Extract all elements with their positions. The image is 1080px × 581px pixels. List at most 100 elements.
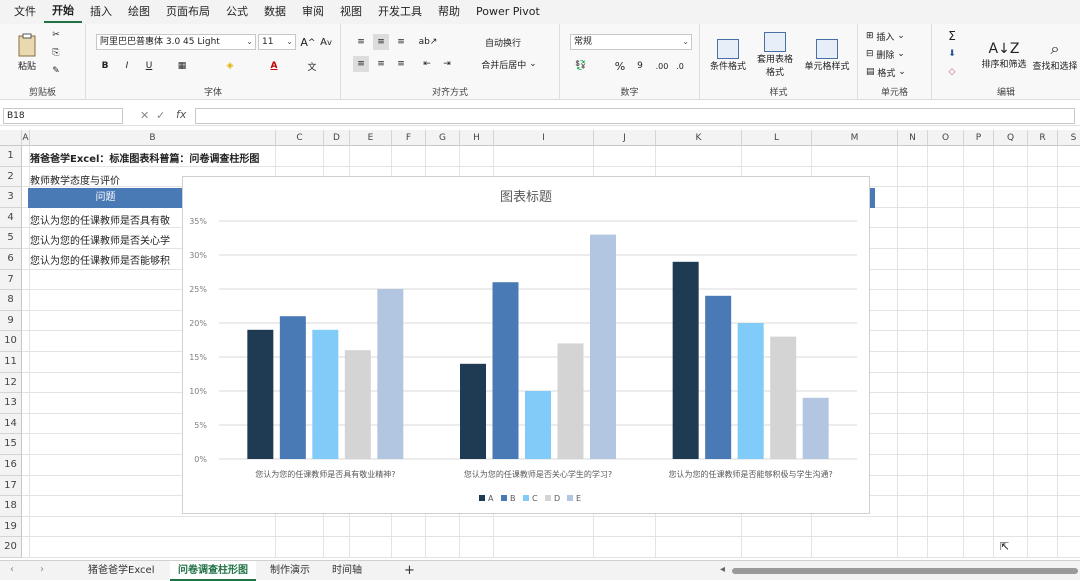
percent-icon[interactable]: % bbox=[612, 58, 628, 74]
col-header-F[interactable]: F bbox=[392, 130, 426, 146]
col-header-H[interactable]: H bbox=[460, 130, 494, 146]
col-header-J[interactable]: J bbox=[594, 130, 656, 146]
cell-b3[interactable]: 问题 bbox=[28, 188, 183, 208]
cut-icon[interactable]: ✂ bbox=[48, 28, 64, 42]
scroll-left-icon[interactable]: ◂ bbox=[720, 564, 725, 575]
sheet-tab-2[interactable]: 制作演示 bbox=[262, 561, 318, 581]
comma-icon[interactable]: 9 bbox=[632, 58, 648, 74]
delete-cells-button[interactable]: ⊟ 删除 ⌄ bbox=[866, 46, 926, 62]
row-header-13[interactable]: 13 bbox=[0, 393, 22, 414]
col-header-R[interactable]: R bbox=[1028, 130, 1058, 146]
format-cells-button[interactable]: ▤ 格式 ⌄ bbox=[866, 64, 926, 80]
formula-input[interactable] bbox=[195, 108, 1075, 124]
row-header-12[interactable]: 12 bbox=[0, 372, 22, 394]
row-header-7[interactable]: 7 bbox=[0, 269, 22, 291]
cell-b2[interactable]: 教师教学态度与评价 bbox=[30, 172, 120, 187]
col-header-P[interactable]: P bbox=[964, 130, 994, 146]
decrease-indent-icon[interactable]: ⇤ bbox=[419, 56, 435, 72]
col-header-M[interactable]: M bbox=[812, 130, 898, 146]
row-header-10[interactable]: 10 bbox=[0, 331, 22, 352]
align-left-icon[interactable]: ≡ bbox=[353, 56, 369, 72]
row-header-11[interactable]: 11 bbox=[0, 352, 22, 373]
conditional-format-button[interactable]: 条件格式 bbox=[706, 30, 750, 80]
menu-item-11[interactable]: Power Pivot bbox=[468, 0, 548, 24]
number-format-select[interactable]: 常规 ⌄ bbox=[570, 34, 692, 50]
next-sheet-icon[interactable]: › bbox=[40, 564, 44, 575]
row-header-18[interactable]: 18 bbox=[0, 496, 22, 517]
menu-item-3[interactable]: 绘图 bbox=[120, 0, 158, 24]
cell-b6[interactable]: 您认为您的任课教师是否能够积 bbox=[30, 252, 182, 267]
sort-filter-button[interactable]: A↓Z 排序和筛选 bbox=[978, 30, 1030, 80]
copy-icon[interactable]: ⎘ bbox=[48, 46, 64, 60]
align-bottom-icon[interactable]: ≡ bbox=[393, 34, 409, 50]
increase-font-icon[interactable]: A ^ bbox=[300, 34, 316, 50]
wrap-text-button[interactable]: 自动换行 bbox=[467, 34, 539, 50]
enter-icon[interactable]: ✓ bbox=[156, 109, 165, 122]
bold-button[interactable]: B bbox=[98, 58, 112, 74]
fx-button[interactable]: fx bbox=[176, 108, 186, 121]
font-color-icon[interactable]: A bbox=[266, 58, 282, 74]
row-header-9[interactable]: 9 bbox=[0, 310, 22, 332]
col-header-G[interactable]: G bbox=[426, 130, 460, 146]
menu-item-10[interactable]: 帮助 bbox=[430, 0, 468, 24]
menu-item-0[interactable]: 文件 bbox=[6, 0, 44, 24]
col-header-S[interactable]: S bbox=[1058, 130, 1080, 146]
phonetic-icon[interactable]: 文 bbox=[304, 58, 320, 74]
col-header-L[interactable]: L bbox=[742, 130, 812, 146]
increase-decimal-icon[interactable]: .00 bbox=[654, 58, 670, 74]
row-header-16[interactable]: 16 bbox=[0, 455, 22, 476]
cell-b1[interactable]: 猪爸爸学Excel：标准图表科普篇：问卷调查柱形图 bbox=[30, 150, 259, 165]
insert-cells-button[interactable]: ⊞ 插入 ⌄ bbox=[866, 28, 926, 44]
row-header-17[interactable]: 17 bbox=[0, 475, 22, 497]
add-sheet-button[interactable]: + bbox=[396, 561, 423, 581]
col-header-O[interactable]: O bbox=[928, 130, 964, 146]
cell-b5[interactable]: 您认为您的任课教师是否关心学 bbox=[30, 232, 182, 247]
sheet-tab-0[interactable]: 猪爸爸学Excel bbox=[80, 561, 163, 581]
align-right-icon[interactable]: ≡ bbox=[393, 56, 409, 72]
cancel-icon[interactable]: ✕ bbox=[140, 109, 149, 122]
decrease-decimal-icon[interactable]: .0 bbox=[672, 58, 688, 74]
col-header-A[interactable]: A bbox=[22, 130, 30, 146]
row-header-14[interactable]: 14 bbox=[0, 413, 22, 435]
row-header-15[interactable]: 15 bbox=[0, 434, 22, 455]
menu-item-6[interactable]: 数据 bbox=[256, 0, 294, 24]
fill-color-icon[interactable]: ◈ bbox=[222, 58, 238, 74]
row-header-4[interactable]: 4 bbox=[0, 207, 22, 229]
font-size-select[interactable]: 11 ⌄ bbox=[258, 34, 296, 50]
name-box[interactable]: B18 bbox=[3, 108, 123, 124]
chart[interactable]: 图表标题 0% 5% 10% 15% 20% 25% 30% 35% 您认为您的任课教师是否具有敬… bbox=[182, 176, 870, 514]
col-header-C[interactable]: C bbox=[276, 130, 324, 146]
row-header-3[interactable]: 3 bbox=[0, 187, 22, 208]
orientation-icon[interactable]: ab↗ bbox=[419, 34, 438, 50]
format-table-button[interactable]: 套用表格格式 bbox=[752, 30, 798, 80]
menu-item-5[interactable]: 公式 bbox=[218, 0, 256, 24]
row-header-20[interactable]: 20 bbox=[0, 537, 22, 558]
underline-button[interactable]: U bbox=[142, 58, 156, 74]
col-header-N[interactable]: N bbox=[898, 130, 928, 146]
autosum-icon[interactable]: Σ bbox=[942, 28, 962, 44]
row-header-1[interactable]: 1 bbox=[0, 146, 22, 167]
currency-icon[interactable]: 💱 bbox=[572, 58, 590, 74]
align-middle-icon[interactable]: ≡ bbox=[373, 34, 389, 50]
align-center-icon[interactable]: ≡ bbox=[373, 56, 389, 72]
cell-styles-button[interactable]: 单元格样式 bbox=[800, 30, 854, 80]
prev-sheet-icon[interactable]: ‹ bbox=[10, 564, 14, 575]
menu-item-9[interactable]: 开发工具 bbox=[370, 0, 430, 24]
format-painter-icon[interactable]: ✎ bbox=[48, 64, 64, 78]
clear-icon[interactable]: ◇ bbox=[942, 64, 962, 80]
col-header-K[interactable]: K bbox=[656, 130, 742, 146]
row-header-5[interactable]: 5 bbox=[0, 228, 22, 249]
menu-item-1[interactable]: 开始 bbox=[44, 1, 82, 23]
menu-item-8[interactable]: 视图 bbox=[332, 0, 370, 24]
row-header-6[interactable]: 6 bbox=[0, 249, 22, 270]
horizontal-scrollbar[interactable] bbox=[732, 568, 1078, 574]
sheet-tab-1[interactable]: 问卷调查柱形图 bbox=[170, 561, 256, 581]
paste-button[interactable]: 粘贴 bbox=[10, 28, 44, 76]
row-header-2[interactable]: 2 bbox=[0, 166, 22, 188]
find-select-button[interactable]: ⌕ 查找和选择 bbox=[1032, 30, 1078, 80]
col-header-Q[interactable]: Q bbox=[994, 130, 1028, 146]
row-header-8[interactable]: 8 bbox=[0, 290, 22, 311]
col-header-D[interactable]: D bbox=[324, 130, 350, 146]
menu-item-4[interactable]: 页面布局 bbox=[158, 0, 218, 24]
sheet-tab-3[interactable]: 时间轴 bbox=[324, 561, 370, 581]
